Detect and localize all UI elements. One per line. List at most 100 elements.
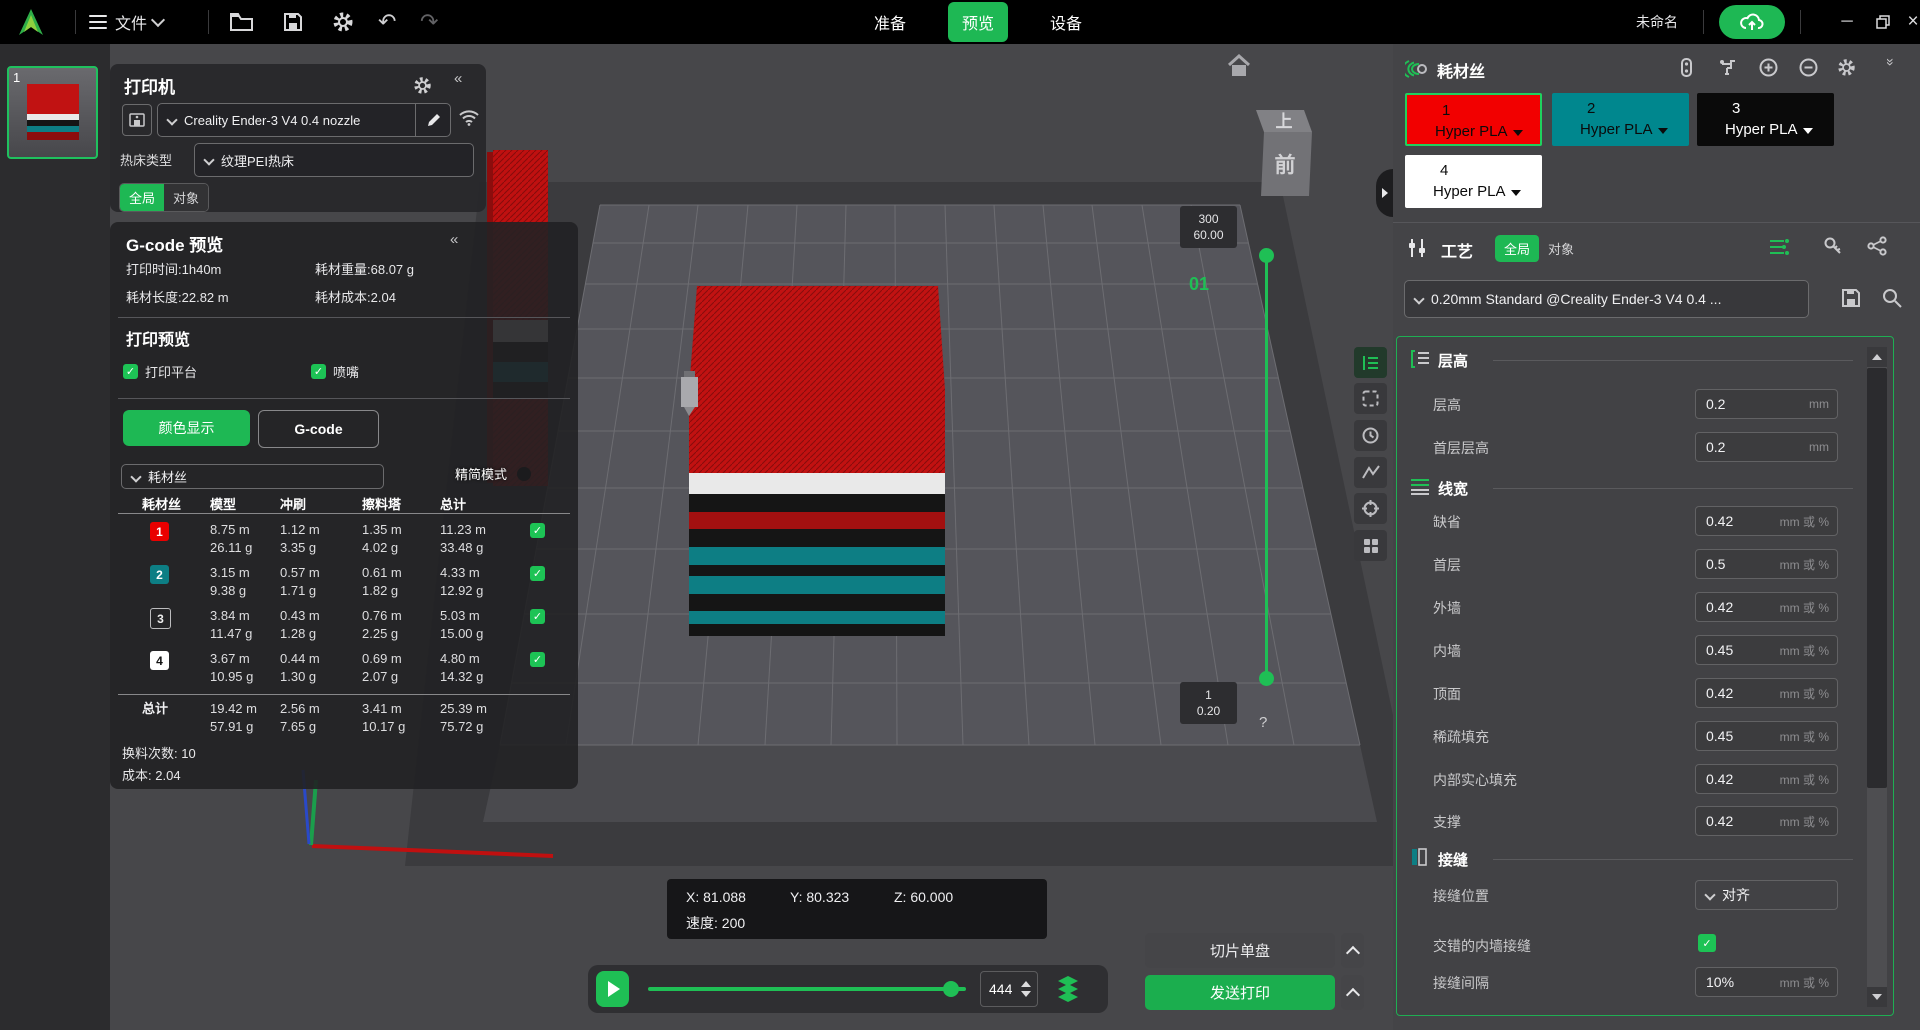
cloud-upload-button[interactable] (1719, 0, 1785, 44)
color-display-button[interactable]: 颜色显示 (123, 410, 250, 446)
timeline-slider-handle[interactable] (943, 981, 959, 997)
top-surface-line-width-input[interactable]: 0.42mm 或 % (1695, 678, 1838, 708)
filament-slot-3[interactable]: 3 Hyper PLA (1697, 93, 1834, 146)
layer-slider-track[interactable] (1265, 255, 1268, 678)
compare-presets-button[interactable] (1867, 236, 1889, 256)
platform-checkbox[interactable]: ✓ 打印平台 (123, 362, 197, 381)
internal-solid-infill-line-width-input[interactable]: 0.42mm 或 % (1695, 764, 1838, 794)
layer-slider-top-handle[interactable] (1259, 248, 1274, 263)
chevron-down-icon (151, 13, 165, 27)
view-option-layers-button[interactable] (1354, 347, 1387, 378)
printer-image-button[interactable] (122, 104, 152, 136)
redo-button[interactable]: ↷ (420, 0, 438, 44)
add-filament-button[interactable] (1759, 58, 1778, 77)
row-checkbox[interactable]: ✓ (530, 566, 545, 581)
slice-plate-button[interactable]: 切片单盘 (1145, 933, 1335, 968)
gcode-button[interactable]: G-code (258, 410, 379, 448)
key-params-button[interactable] (1823, 236, 1843, 256)
flush-options-button[interactable] (1719, 58, 1738, 77)
scroll-down-button[interactable] (1867, 987, 1887, 1007)
process-preset-select[interactable]: 0.20mm Standard @Creality Ender-3 V4 0.4… (1404, 280, 1809, 318)
close-button[interactable]: × (1898, 0, 1920, 44)
filament-slot-4[interactable]: 4 Hyper PLA (1405, 155, 1542, 208)
filament-slot-2[interactable]: 2 Hyper PLA (1552, 93, 1689, 146)
slice-options-button[interactable] (1341, 933, 1364, 968)
stepper-up-icon[interactable] (1021, 981, 1031, 987)
timeline-slider[interactable] (648, 987, 966, 991)
frame-value[interactable]: 444 (989, 981, 1021, 997)
first-layer-height-input[interactable]: 0.2mm (1695, 432, 1838, 462)
filament-settings-button[interactable] (1837, 58, 1856, 77)
section-title: 接缝 (1438, 849, 1468, 870)
tab-preview[interactable]: 预览 (948, 2, 1008, 42)
send-options-button[interactable] (1341, 975, 1364, 1010)
minimize-button[interactable]: ─ (1832, 0, 1862, 44)
process-tab-object[interactable]: 对象 (1539, 235, 1583, 262)
settings-button[interactable] (332, 0, 354, 44)
row-checkbox[interactable]: ✓ (530, 652, 545, 667)
app-logo[interactable] (16, 0, 46, 44)
simplified-mode-dot[interactable] (517, 467, 531, 481)
printer-select[interactable]: Creality Ender-3 V4 0.4 nozzle (157, 103, 451, 137)
edit-printer-button[interactable] (415, 104, 450, 136)
row-checkbox[interactable]: ✓ (530, 523, 545, 538)
home-view-button[interactable] (1226, 54, 1252, 78)
search-params-button[interactable] (1882, 288, 1902, 308)
printer-tab-global[interactable]: 全局 (120, 184, 164, 211)
staggered-seam-checkbox[interactable]: ✓ (1698, 934, 1716, 952)
slider-help-icon[interactable]: ? (1259, 714, 1267, 731)
parameter-level-button[interactable] (1769, 238, 1791, 256)
layers-toggle-button[interactable] (1054, 973, 1082, 1005)
support-line-width-input[interactable]: 0.42mm 或 % (1695, 806, 1838, 836)
scroll-up-button[interactable] (1867, 347, 1887, 367)
layer-slider-bottom-handle[interactable] (1259, 671, 1274, 686)
open-file-button[interactable] (230, 0, 254, 44)
tab-device[interactable]: 设备 (1036, 2, 1096, 42)
save-button[interactable] (283, 0, 303, 44)
collapse-gcode-button[interactable]: « (450, 231, 458, 248)
right-panel-collapse-handle[interactable] (1376, 169, 1393, 217)
nozzle-checkbox[interactable]: ✓ 喷嘴 (311, 362, 359, 381)
stepper-arrows[interactable] (1021, 981, 1031, 997)
view-option-plate-button[interactable] (1354, 383, 1387, 414)
sync-filament-button[interactable] (1677, 58, 1696, 77)
file-menu[interactable]: 文件 (89, 0, 163, 44)
row-checkbox[interactable]: ✓ (530, 609, 545, 624)
outer-wall-line-width-input[interactable]: 0.42mm 或 % (1695, 592, 1838, 622)
wifi-button[interactable] (458, 108, 480, 126)
process-tab-global[interactable]: 全局 (1495, 235, 1539, 262)
remove-filament-button[interactable] (1799, 58, 1818, 77)
frame-stepper[interactable]: 444 (980, 971, 1038, 1007)
view-option-structure-button[interactable] (1354, 457, 1387, 488)
crosshair-icon (1362, 500, 1379, 517)
inner-wall-line-width-input[interactable]: 0.45mm 或 % (1695, 635, 1838, 665)
seam-position-select[interactable]: 对齐 (1695, 880, 1838, 910)
view-option-target-button[interactable] (1354, 493, 1387, 524)
send-print-button[interactable]: 发送打印 (1145, 975, 1335, 1010)
first-layer-line-width-input[interactable]: 0.5mm 或 % (1695, 549, 1838, 579)
layer-height-input[interactable]: 0.2mm (1695, 389, 1838, 419)
filament-slot-1[interactable]: 1 Hyper PLA (1405, 93, 1542, 146)
default-line-width-input[interactable]: 0.42mm 或 % (1695, 506, 1838, 536)
seam-gap-input[interactable]: 10%mm 或 % (1695, 967, 1838, 997)
collapse-filament-button[interactable]: » (1883, 58, 1899, 66)
tab-prepare[interactable]: 准备 (860, 2, 920, 42)
undo-button[interactable]: ↶ (378, 0, 396, 44)
collapse-panel-button[interactable]: « (454, 70, 462, 87)
filament-collapse-bar[interactable]: 耗材丝 (121, 464, 384, 489)
save-preset-button[interactable] (1841, 288, 1861, 308)
view-cube[interactable]: 上 前 (1250, 106, 1316, 200)
printer-settings-button[interactable] (413, 76, 432, 95)
view-option-time-button[interactable] (1354, 420, 1387, 451)
scrollbar-thumb[interactable] (1867, 368, 1887, 788)
restore-button[interactable] (1868, 0, 1898, 44)
sparse-infill-line-width-input[interactable]: 0.45mm 或 % (1695, 721, 1838, 751)
printer-tab-object[interactable]: 对象 (164, 184, 208, 211)
bed-type-select[interactable]: 纹理PEI热床 (194, 143, 474, 177)
view-option-apps-button[interactable] (1354, 530, 1387, 561)
plate-thumbnail[interactable]: 1 (7, 66, 98, 159)
arrow-up-icon (1872, 354, 1882, 360)
settings-scrollbar[interactable] (1867, 347, 1887, 1007)
stepper-down-icon[interactable] (1021, 991, 1031, 997)
play-button[interactable] (596, 971, 629, 1007)
